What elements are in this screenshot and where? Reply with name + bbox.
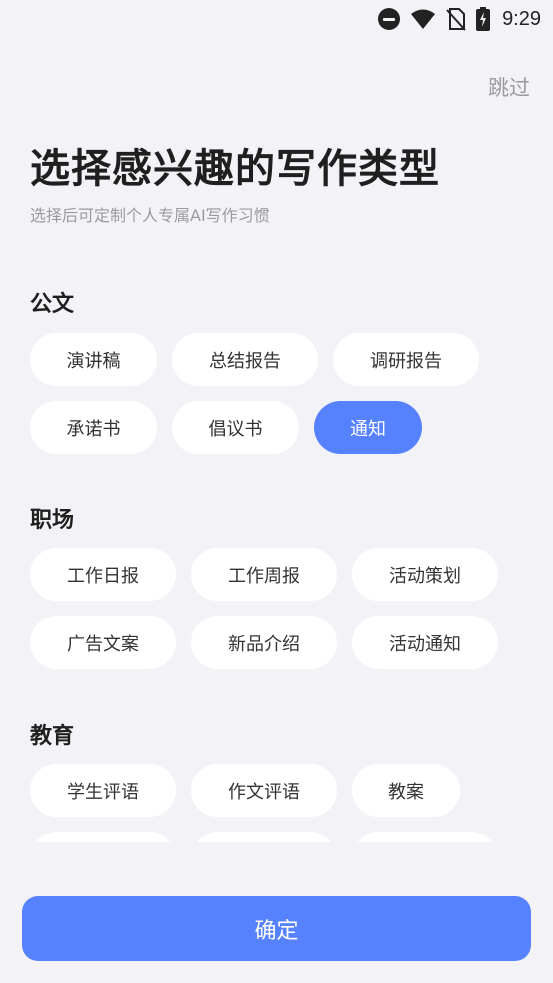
section-title-workplace: 职场 [30, 508, 75, 533]
page-subtitle: 选择后可定制个人专属AI写作习惯 [30, 206, 270, 225]
clock: 9:29 [502, 7, 541, 30]
chip-proposal[interactable]: 倡议书 [172, 401, 299, 454]
chip-lesson-plan[interactable]: 教案 [352, 764, 460, 817]
skip-button[interactable]: 跳过 [488, 72, 530, 102]
chip-research-report[interactable]: 调研报告 [333, 333, 479, 386]
wifi-icon [411, 9, 436, 29]
chip-education-4[interactable] [30, 832, 176, 842]
chip-event-planning[interactable]: 活动策划 [352, 548, 498, 601]
chip-essay-comment[interactable]: 作文评语 [191, 764, 337, 817]
chip-education-6[interactable] [352, 832, 498, 842]
chip-event-notice[interactable]: 活动通知 [352, 616, 498, 669]
battery-charging-icon [476, 7, 491, 31]
chip-product-intro[interactable]: 新品介绍 [191, 616, 337, 669]
chip-pledge[interactable]: 承诺书 [30, 401, 157, 454]
no-sim-icon [446, 8, 466, 31]
chip-speech[interactable]: 演讲稿 [30, 333, 157, 386]
chip-education-5[interactable] [191, 832, 337, 842]
page-title: 选择感兴趣的写作类型 [30, 146, 440, 192]
chip-notice[interactable]: 通知 [314, 401, 422, 454]
chip-weekly-report[interactable]: 工作周报 [191, 548, 337, 601]
status-bar: 9:29 [0, 0, 553, 38]
chip-summary-report[interactable]: 总结报告 [172, 333, 318, 386]
chip-ad-copy[interactable]: 广告文案 [30, 616, 176, 669]
section-title-official-docs: 公文 [30, 292, 75, 317]
section-title-education: 教育 [30, 724, 75, 749]
do-not-disturb-icon [378, 8, 401, 30]
confirm-button[interactable]: 确定 [22, 896, 531, 961]
chip-student-comment[interactable]: 学生评语 [30, 764, 176, 817]
category-list[interactable]: 公文 演讲稿 总结报告 调研报告 承诺书 倡议书 通知 职场 工作日报 工作周报… [0, 260, 553, 842]
chip-daily-report[interactable]: 工作日报 [30, 548, 176, 601]
